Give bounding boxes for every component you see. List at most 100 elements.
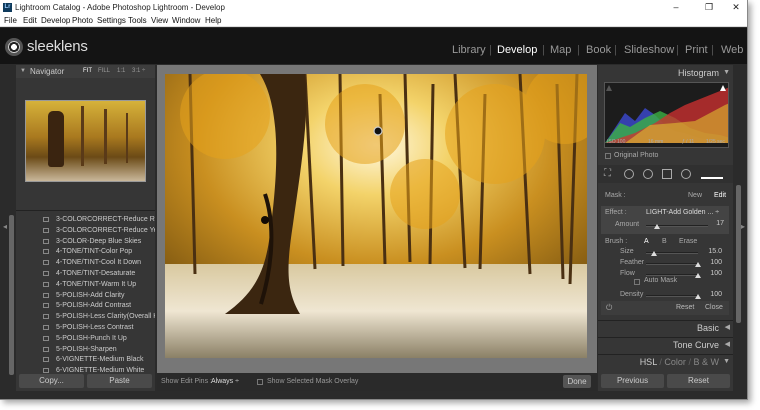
slider-knob[interactable] [695,262,701,267]
module-slideshow[interactable]: Slideshow [624,44,674,56]
preset-item[interactable]: 5-POLISH-Less Clarity(Overall H... [16,311,155,322]
effect-select[interactable]: LIGHT-Add Golden ... ÷ [646,209,719,216]
hsl-tab[interactable]: HSL [640,357,657,367]
left-scrollbar[interactable] [9,215,14,375]
right-scrollbar[interactable] [735,65,742,375]
histogram-focal: 16 mm [648,139,664,145]
zoom-3-1[interactable]: 3:1 ÷ [132,65,145,78]
tree-trunk-shape [81,106,84,166]
preset-item[interactable]: 4-TONE/TINT-Color Pop [16,246,155,257]
scrollbar-thumb[interactable] [9,215,14,375]
tab-separator: / [688,357,691,367]
zoom-fit[interactable]: FIT [83,65,92,78]
menu-edit[interactable]: Edit [23,15,37,27]
navigator-preview-image[interactable] [25,100,146,182]
right-panel: Histogram ▼ ISO 100 16 mm ƒ / 11 1/25 se… [598,65,733,391]
preset-item[interactable]: 4-TONE/TINT-Warm It Up [16,279,155,290]
basic-panel-header[interactable]: Basic ◀ [598,320,733,334]
zoom-1-1[interactable]: 1:1 [117,65,125,78]
bw-tab[interactable]: B & W [693,357,719,367]
preset-item[interactable]: 3-COLORCORRECT-Reduce Reds [16,214,155,225]
slider-value[interactable]: 100 [702,259,722,266]
original-photo-checkbox[interactable] [605,153,611,159]
histogram-graph[interactable]: ISO 100 16 mm ƒ / 11 1/25 sec [604,82,729,148]
brush-a-button[interactable]: A [644,238,649,245]
graduated-filter-icon[interactable] [662,169,672,179]
mask-reset-button[interactable]: Reset [676,304,694,311]
preset-item[interactable]: 6-VIGNETTE-Medium Black [16,354,155,365]
previous-button[interactable]: Previous [601,374,664,388]
adjustment-brush-icon[interactable] [701,169,723,179]
module-develop[interactable]: Develop [497,44,537,56]
menu-develop[interactable]: Develop [41,15,70,27]
menu-settings[interactable]: Settings [97,15,126,27]
amount-slider-knob[interactable] [654,224,660,229]
brush-b-button[interactable]: B [662,238,667,245]
collapse-left-icon[interactable]: ◂ [3,222,7,231]
module-library[interactable]: Library [452,44,486,56]
paste-button[interactable]: Paste [87,374,152,388]
scrollbar-thumb[interactable] [736,185,741,323]
preset-item[interactable]: 3-COLORCORRECT-Reduce Yell... [16,225,155,236]
slider-track[interactable] [646,295,698,297]
preset-label: 3-COLORCORRECT-Reduce Yell... [56,226,155,234]
slider-value[interactable]: 100 [702,291,722,298]
mask-toggle-icon[interactable]: ⏻ [606,303,612,313]
slider-knob[interactable] [695,273,701,278]
amount-value[interactable]: 17 [704,220,724,227]
edit-pins-select[interactable]: Always ÷ [211,373,239,391]
menu-window[interactable]: Window [172,15,200,27]
menu-file[interactable]: File [4,15,17,27]
menu-help[interactable]: Help [205,15,221,27]
mask-edit-button[interactable]: Edit [714,192,726,199]
auto-mask-checkbox[interactable] [634,279,640,285]
minimize-icon[interactable]: – [664,0,688,15]
module-book[interactable]: Book [586,44,611,56]
hsl-panel-header[interactable]: HSL / Color / B & W ▼ [598,354,733,368]
preset-label: 6-VIGNETTE-Medium Black [56,356,144,364]
preset-item[interactable]: 5-POLISH-Add Clarity [16,290,155,301]
slider-knob[interactable] [650,251,657,256]
slider-value[interactable]: 100 [702,270,722,277]
close-icon[interactable]: ✕ [724,0,747,15]
preset-item[interactable]: 4-TONE/TINT-Desaturate [16,268,155,279]
copy-button[interactable]: Copy... [19,374,84,388]
mask-close-button[interactable]: Close [705,304,723,311]
navigator-header[interactable]: ▼ Navigator FIT FILL 1:1 3:1 ÷ [16,65,155,78]
main-photo[interactable] [165,74,587,358]
menu-tools[interactable]: Tools [128,15,147,27]
expand-triangle-icon: ◀ [724,324,730,331]
menu-photo[interactable]: Photo [72,15,93,27]
radial-filter-icon[interactable] [681,169,691,179]
zoom-fill[interactable]: FILL [98,65,110,78]
preset-item[interactable]: 5-POLISH-Add Contrast [16,300,155,311]
mask-new-button[interactable]: New [688,192,702,199]
preset-item[interactable]: 5-POLISH-Sharpen [16,344,155,355]
menu-view[interactable]: View [151,15,168,27]
crop-overlay-icon[interactable]: ⛶ [604,168,611,179]
slider-track[interactable] [646,274,698,276]
mask-overlay-checkbox[interactable] [257,379,263,385]
preset-label: 5-POLISH-Add Contrast [56,302,132,310]
module-web[interactable]: Web [721,44,743,56]
presets-list: 3-COLORCORRECT-Reduce Reds 3-COLORCORRECT… [16,212,155,384]
done-button[interactable]: Done [563,375,591,388]
module-map[interactable]: Map [550,44,571,56]
tone-curve-panel-header[interactable]: Tone Curve ◀ [598,337,733,351]
preset-item[interactable]: 3-COLOR-Deep Blue Skies [16,236,155,247]
maximize-icon[interactable]: ❐ [697,0,721,15]
slider-track[interactable] [646,263,698,265]
color-tab[interactable]: Color [664,357,686,367]
red-eye-icon[interactable] [643,169,653,179]
reset-button[interactable]: Reset [667,374,730,388]
preset-item[interactable]: 5-POLISH-Punch It Up [16,333,155,344]
slider-knob[interactable] [695,294,701,299]
collapse-right-icon[interactable]: ▸ [741,222,745,231]
module-print[interactable]: Print [685,44,708,56]
preset-item[interactable]: 4-TONE/TINT-Cool It Down [16,257,155,268]
brush-erase-button[interactable]: Erase [679,238,697,245]
slider-value[interactable]: 15.0 [702,248,722,255]
spot-removal-icon[interactable] [624,169,634,179]
histogram-header[interactable]: Histogram ▼ [598,66,733,80]
preset-item[interactable]: 5-POLISH-Less Contrast [16,322,155,333]
